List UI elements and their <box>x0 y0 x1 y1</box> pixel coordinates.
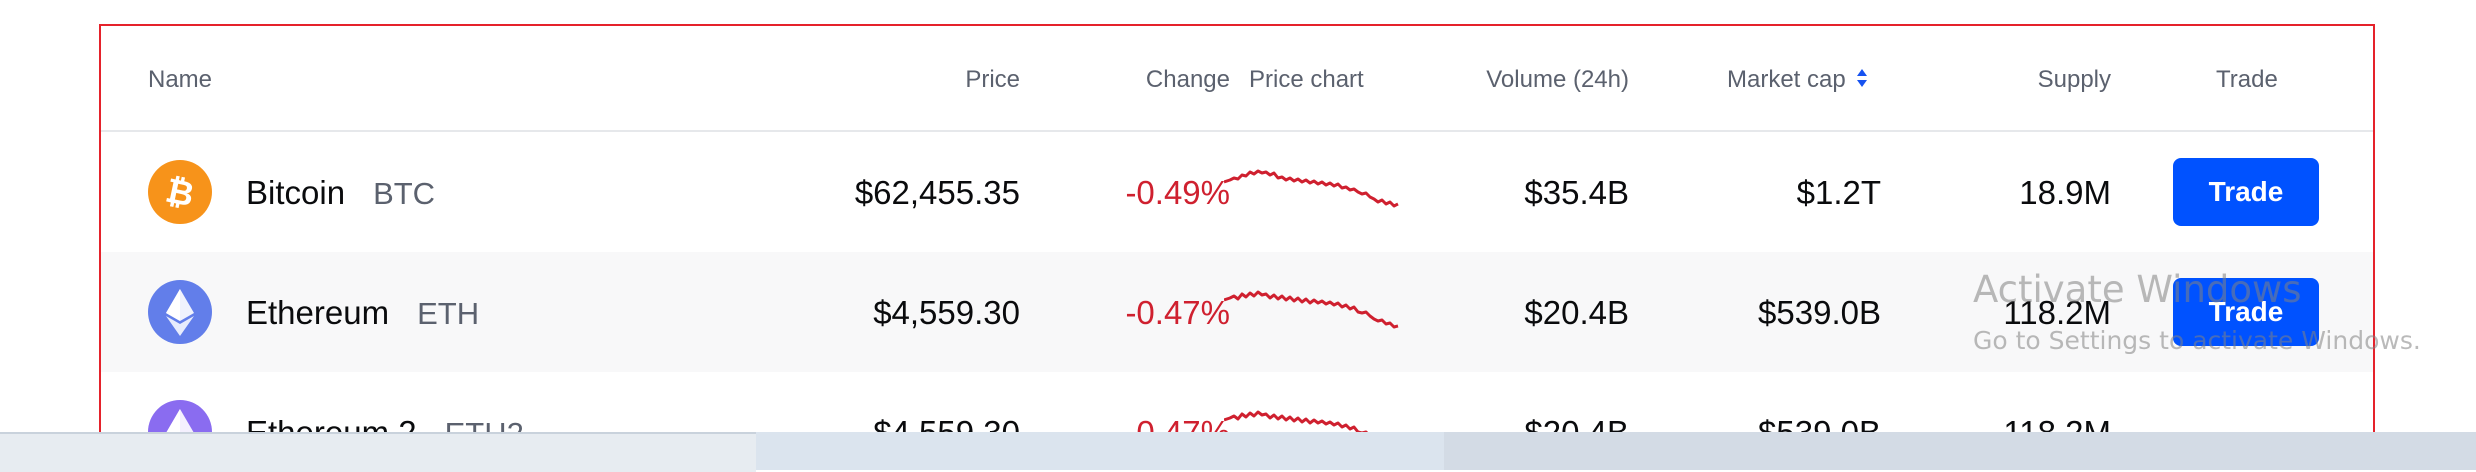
header-supply[interactable]: Supply <box>2038 66 2111 94</box>
activate-windows-title: Activate Windows <box>1973 268 2302 311</box>
asset-price: $62,455.35 <box>854 174 1020 211</box>
trade-button[interactable]: Trade <box>2173 158 2319 226</box>
header-name[interactable]: Name <box>148 66 212 94</box>
sparkline-chart <box>1224 169 1399 208</box>
asset-symbol: BTC <box>373 176 436 211</box>
bitcoin-icon: ₿ <box>148 160 212 224</box>
asset-change: -0.47% <box>1125 294 1230 331</box>
taskbar-segment <box>0 432 756 472</box>
asset-name-cell: Bitcoin BTC <box>246 174 435 212</box>
table-row[interactable]: ₿ Bitcoin BTC $62,455.35 -0.49% $35.4B $1… <box>101 132 2373 252</box>
header-price-chart: Price chart <box>1249 66 1364 93</box>
taskbar <box>0 432 2476 472</box>
sparkline-chart <box>1224 290 1399 329</box>
asset-table: Name Price Change Price chart Volume (24… <box>99 24 2375 444</box>
table-header: Name Price Change Price chart Volume (24… <box>101 26 2373 132</box>
asset-market-cap: $539.0B <box>1758 294 1881 331</box>
header-market-cap-label: Market cap <box>1727 66 1846 93</box>
asset-name: Bitcoin <box>246 174 346 211</box>
asset-supply: 18.9M <box>2019 174 2111 211</box>
taskbar-segment <box>1444 432 2476 470</box>
asset-price: $4,559.30 <box>873 294 1020 331</box>
asset-volume: $20.4B <box>1524 294 1629 331</box>
header-market-cap[interactable]: Market cap <box>1727 66 1868 95</box>
ethereum-icon <box>148 280 212 344</box>
asset-market-cap: $1.2T <box>1796 174 1881 211</box>
header-trade: Trade <box>2216 66 2278 93</box>
asset-symbol: ETH <box>417 296 480 331</box>
header-price[interactable]: Price <box>965 66 1020 94</box>
asset-volume: $35.4B <box>1524 174 1629 211</box>
sort-icon[interactable] <box>1856 67 1868 95</box>
header-change[interactable]: Change <box>1146 66 1230 94</box>
header-volume[interactable]: Volume (24h) <box>1486 66 1629 94</box>
asset-name: Ethereum <box>246 294 390 331</box>
activate-windows-subtitle: Go to Settings to activate Windows. <box>1973 326 2421 355</box>
asset-name-cell: Ethereum ETH <box>246 294 479 332</box>
asset-change: -0.49% <box>1125 174 1230 211</box>
